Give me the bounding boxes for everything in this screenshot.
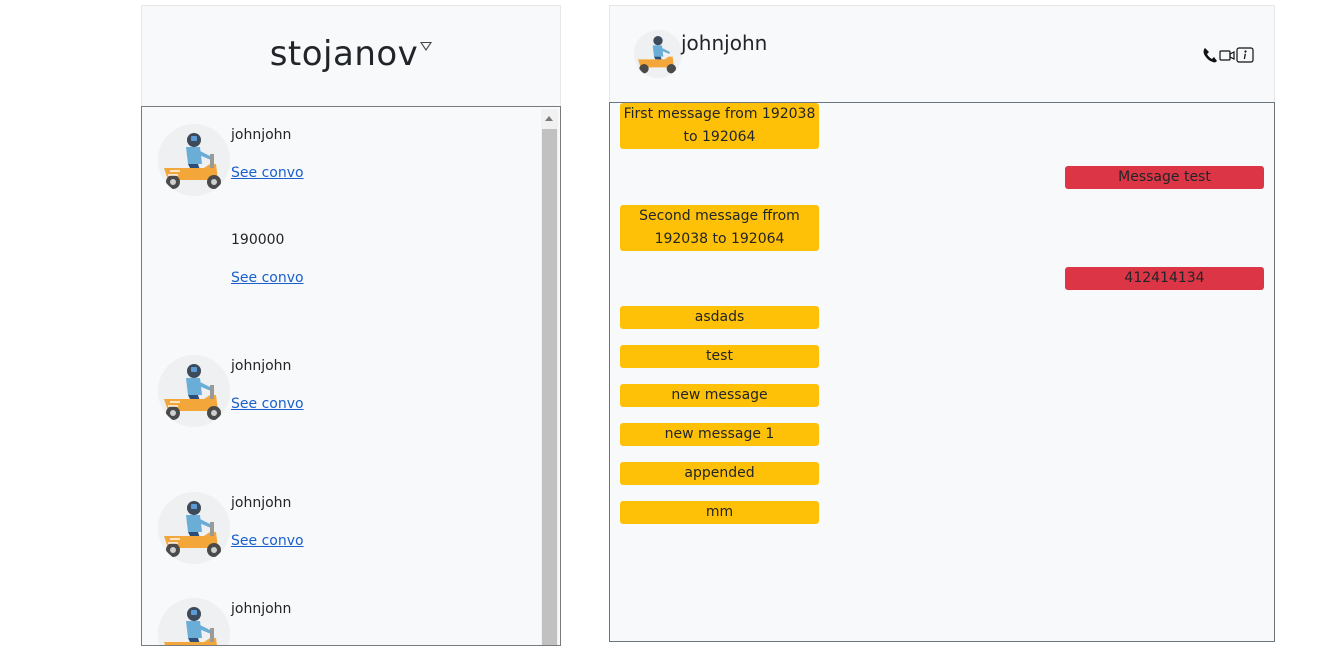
conversation-name: johnjohn: [231, 495, 292, 511]
scroll-up-arrow-icon[interactable]: [541, 109, 558, 129]
message-incoming: test: [620, 345, 819, 368]
conversation-name: johnjohn: [231, 601, 292, 617]
see-convo-link[interactable]: See convo: [231, 165, 304, 181]
video-icon[interactable]: [1219, 46, 1235, 64]
see-convo-link[interactable]: See convo: [231, 396, 304, 412]
message-incoming: First message from 192038 to 192064: [620, 103, 819, 149]
conversation-name: johnjohn: [231, 127, 292, 143]
chat-header: johnjohn: [609, 5, 1275, 102]
contact-name: johnjohn: [681, 31, 768, 55]
scooter-rider-icon: [634, 30, 682, 78]
conversation-list[interactable]: johnjohn See convo 190000 See convo john…: [141, 106, 561, 646]
message-outgoing: 412414134: [1065, 267, 1264, 290]
message-incoming: new message 1: [620, 423, 819, 446]
username-label[interactable]: stojanov: [270, 34, 419, 74]
scroll-thumb[interactable]: [542, 129, 557, 645]
message-area[interactable]: First message from 192038 to 192064 Mess…: [609, 102, 1275, 642]
scooter-rider-icon: [158, 355, 230, 427]
avatar: [158, 124, 230, 196]
message-incoming: new message: [620, 384, 819, 407]
profile-header: stojanov: [141, 5, 561, 106]
conversation-name: johnjohn: [231, 358, 292, 374]
scrollbar[interactable]: [541, 109, 558, 645]
message-outgoing: Message test: [1065, 166, 1264, 189]
message-incoming: appended: [620, 462, 819, 485]
conversation-name: 190000: [231, 232, 285, 248]
avatar: [158, 492, 230, 564]
user-menu[interactable]: stojanov: [142, 34, 560, 74]
see-convo-link[interactable]: See convo: [231, 533, 304, 549]
phone-icon[interactable]: [1202, 46, 1218, 64]
message-incoming: mm: [620, 501, 819, 524]
contact-avatar: [634, 30, 682, 78]
info-icon[interactable]: [1236, 46, 1254, 64]
message-incoming: asdads: [620, 306, 819, 329]
see-convo-link[interactable]: See convo: [231, 270, 304, 286]
scooter-rider-icon: [158, 124, 230, 196]
caret-down-icon[interactable]: [420, 42, 433, 51]
avatar: [158, 355, 230, 427]
scooter-rider-icon: [158, 492, 230, 564]
header-actions: [1202, 46, 1254, 64]
message-incoming: Second message ffrom 192038 to 192064: [620, 205, 819, 251]
